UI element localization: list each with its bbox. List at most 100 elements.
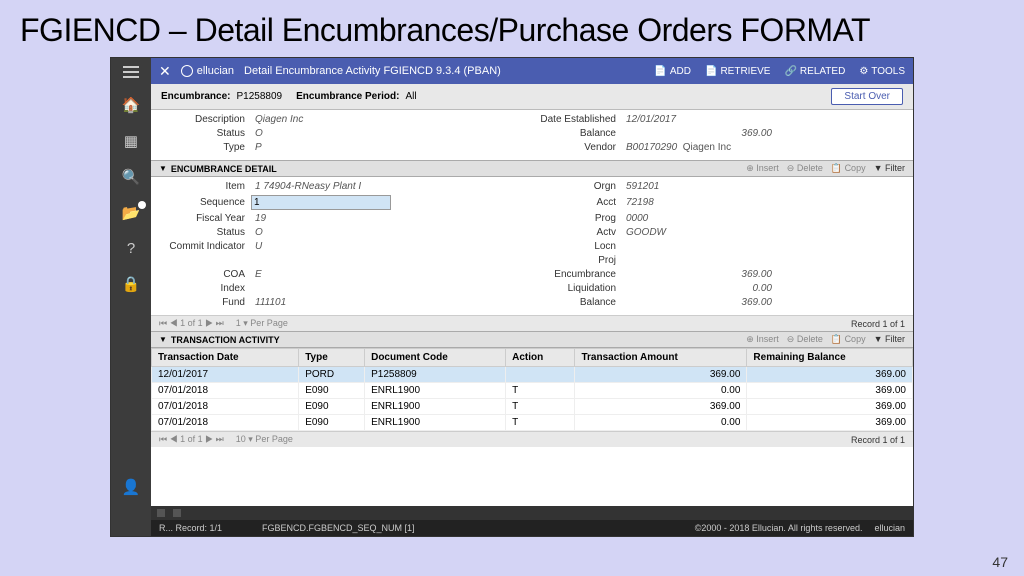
- desc-label: Description: [161, 114, 251, 125]
- fund-value: 111101: [251, 297, 286, 308]
- item-label: Item: [161, 181, 251, 192]
- pager-trans: ⏮ ◀ 1 of 1 ▶ ⏭ 10 ▾ Per Page Record 1 of…: [151, 431, 913, 447]
- brand: ellucian: [181, 65, 234, 77]
- col-date[interactable]: Transaction Date: [152, 349, 299, 367]
- slide-number: 47: [992, 554, 1008, 570]
- coa-value: E: [251, 269, 262, 280]
- dbal-value: 369.00: [622, 297, 772, 308]
- vendor-label: Vendor: [532, 142, 622, 153]
- vendor-value: B00170290 Qiagen Inc: [622, 142, 731, 153]
- actv-value: GOODW: [622, 227, 666, 238]
- status-copyright: ©2000 - 2018 Ellucian. All rights reserv…: [695, 523, 863, 533]
- tools-button[interactable]: ⚙ TOOLS: [859, 66, 905, 77]
- pager2-record: Record 1 of 1: [851, 435, 905, 445]
- table-row[interactable]: 07/01/2018E090ENRL1900T369.00369.00: [152, 399, 913, 415]
- orgn-label: Orgn: [532, 181, 622, 192]
- content: DescriptionQiagen Inc Date Established12…: [151, 110, 913, 506]
- date-label: Date Established: [532, 114, 622, 125]
- transaction-table: Transaction Date Type Document Code Acti…: [151, 348, 913, 431]
- status-brand: ellucian: [874, 523, 905, 533]
- folder-icon[interactable]: 📂: [122, 204, 141, 222]
- enc-value: P1258809: [236, 91, 282, 102]
- statusbar: R... Record: 1/1 FGBENCD.FGBENCD_SEQ_NUM…: [151, 520, 913, 536]
- sequence-input[interactable]: [251, 195, 391, 210]
- locn-label: Locn: [532, 241, 622, 252]
- status-value: O: [251, 128, 263, 139]
- retrieve-button[interactable]: 📄 RETRIEVE: [705, 66, 770, 77]
- section-encumbrance-detail[interactable]: ENCUMBRANCE DETAIL ⊕ Insert ⊖ Delete 📋 C…: [151, 160, 913, 177]
- col-amt[interactable]: Transaction Amount: [575, 349, 747, 367]
- dbal-label: Balance: [532, 297, 622, 308]
- sidebar: 🏠 ▦ 🔍 📂 ? 🔒 👤: [111, 58, 151, 536]
- copy-button2[interactable]: 📋 Copy: [831, 334, 866, 345]
- item-value: 1 74904-RNeasy Plant I: [251, 181, 361, 192]
- fund-label: Fund: [161, 297, 251, 308]
- pager2-perpage[interactable]: 10 ▾ Per Page: [236, 434, 293, 445]
- delete-button[interactable]: ⊖ Delete: [787, 163, 823, 174]
- liq-value: 0.00: [622, 283, 772, 294]
- ci-value: U: [251, 241, 262, 252]
- col-type[interactable]: Type: [299, 349, 365, 367]
- prog-label: Prog: [532, 213, 622, 224]
- menu-icon[interactable]: [123, 66, 139, 78]
- proj-label: Proj: [532, 255, 622, 266]
- titlebar: ✕ ellucian Detail Encumbrance Activity F…: [151, 58, 913, 84]
- section1-title: ENCUMBRANCE DETAIL: [171, 164, 277, 174]
- close-icon[interactable]: ✕: [159, 63, 171, 80]
- home-icon[interactable]: 🏠: [122, 96, 141, 114]
- page-title: Detail Encumbrance Activity FGIENCD 9.3.…: [244, 65, 654, 77]
- lock-icon[interactable]: 🔒: [122, 275, 141, 293]
- status-path: FGBENCD.FGBENCD_SEQ_NUM [1]: [262, 523, 415, 533]
- type-value: P: [251, 142, 262, 153]
- section2-title: TRANSACTION ACTIVITY: [171, 335, 280, 345]
- filter-button[interactable]: ▼ Filter: [874, 163, 905, 174]
- slide-title: FGIENCD – Detail Encumbrances/Purchase O…: [0, 0, 1024, 57]
- copy-button[interactable]: 📋 Copy: [831, 163, 866, 174]
- actv-label: Actv: [532, 227, 622, 238]
- denc-label: Encumbrance: [532, 269, 622, 280]
- related-button[interactable]: 🔗 RELATED: [784, 66, 845, 77]
- help-icon[interactable]: ?: [127, 240, 135, 257]
- bottombar: [151, 506, 913, 520]
- search-icon[interactable]: 🔍: [122, 168, 141, 186]
- acct-value: 72198: [622, 197, 654, 208]
- enc-label: Encumbrance:: [161, 91, 230, 102]
- desc-value: Qiagen Inc: [251, 114, 303, 125]
- bal-value: 369.00: [622, 128, 772, 139]
- pager-perpage[interactable]: 1 ▾ Per Page: [236, 318, 288, 329]
- insert-button[interactable]: ⊕ Insert: [746, 163, 779, 174]
- pager-detail: ⏮ ◀ 1 of 1 ▶ ⏭ 1 ▾ Per Page Record 1 of …: [151, 315, 913, 331]
- apps-icon[interactable]: ▦: [124, 132, 138, 150]
- col-doc[interactable]: Document Code: [365, 349, 506, 367]
- fy-value: 19: [251, 213, 266, 224]
- brand-text: ellucian: [197, 65, 234, 77]
- user-icon[interactable]: 👤: [122, 478, 141, 496]
- table-row[interactable]: 07/01/2018E090ENRL1900T0.00369.00: [152, 383, 913, 399]
- dstatus-value: O: [251, 227, 263, 238]
- table-row[interactable]: 12/01/2017PORDP1258809369.00369.00: [152, 367, 913, 383]
- status-label: Status: [161, 128, 251, 139]
- date-value: 12/01/2017: [622, 114, 676, 125]
- brand-icon: [181, 65, 193, 77]
- bal-label: Balance: [532, 128, 622, 139]
- denc-value: 369.00: [622, 269, 772, 280]
- startover-button[interactable]: Start Over: [831, 88, 903, 105]
- prog-value: 0000: [622, 213, 648, 224]
- main-area: ✕ ellucian Detail Encumbrance Activity F…: [151, 58, 913, 536]
- status-record: R... Record: 1/1: [159, 523, 222, 533]
- app-window: 🏠 ▦ 🔍 📂 ? 🔒 👤 ✕ ellucian Detail Encumbra…: [110, 57, 914, 537]
- filter-button2[interactable]: ▼ Filter: [874, 334, 905, 345]
- insert-button2[interactable]: ⊕ Insert: [746, 334, 779, 345]
- pager-nav[interactable]: ⏮ ◀ 1 of 1 ▶ ⏭: [159, 318, 224, 329]
- ci-label: Commit Indicator: [161, 241, 251, 252]
- acct-label: Acct: [532, 197, 622, 208]
- index-label: Index: [161, 283, 251, 294]
- col-bal[interactable]: Remaining Balance: [747, 349, 913, 367]
- delete-button2[interactable]: ⊖ Delete: [787, 334, 823, 345]
- col-action[interactable]: Action: [506, 349, 575, 367]
- pager-record: Record 1 of 1: [851, 319, 905, 329]
- pager2-nav[interactable]: ⏮ ◀ 1 of 1 ▶ ⏭: [159, 434, 224, 445]
- add-button[interactable]: 📄 ADD: [654, 66, 691, 77]
- section-transaction-activity[interactable]: TRANSACTION ACTIVITY ⊕ Insert ⊖ Delete 📋…: [151, 331, 913, 348]
- table-row[interactable]: 07/01/2018E090ENRL1900T0.00369.00: [152, 415, 913, 431]
